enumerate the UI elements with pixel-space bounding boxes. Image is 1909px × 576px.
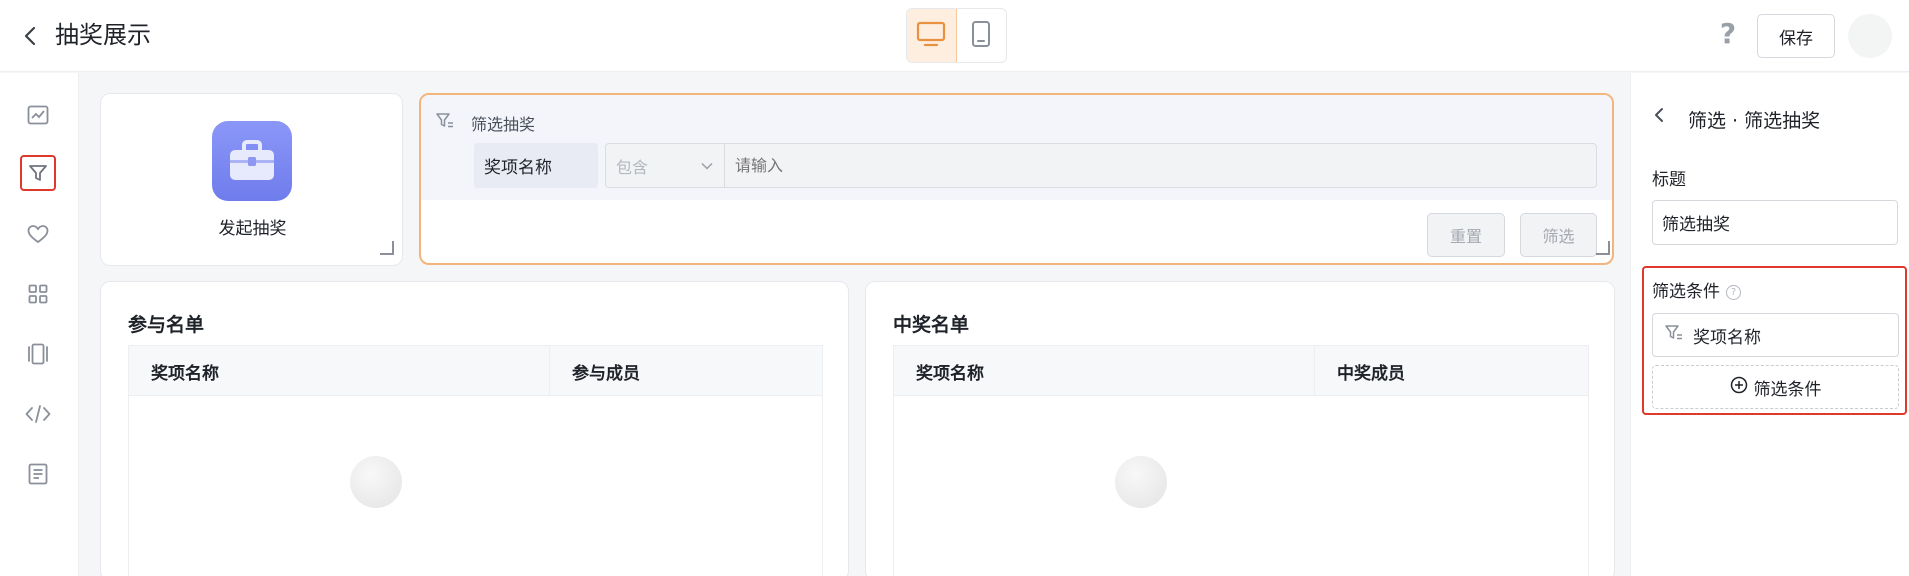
apps-grid-icon[interactable] [20,276,56,312]
winners-card: 中奖名单 奖项名称 中奖成员 [865,281,1615,576]
title-input[interactable]: 筛选抽奖 [1652,200,1898,245]
filter-block-header: 筛选抽奖 奖项名称 包含 [421,95,1612,200]
chart-icon[interactable] [20,97,56,133]
filter-block[interactable]: 筛选抽奖 奖项名称 包含 重置 筛选 [419,93,1614,265]
condition-operator-select[interactable]: 包含 [605,143,724,188]
table-header: 奖项名称 参与成员 [129,346,822,396]
reset-button[interactable]: 重置 [1427,213,1505,257]
mobile-view-button[interactable] [957,9,1007,62]
back-icon[interactable] [20,24,40,48]
help-icon[interactable]: ? [1716,17,1740,50]
filter-button[interactable]: 筛选 [1520,213,1597,257]
heart-icon[interactable] [20,216,56,252]
winners-table: 奖项名称 中奖成员 [893,345,1589,576]
device-toggle [906,8,1007,63]
filter-conditions-label: 筛选条件 [1652,282,1720,302]
filter-icon [436,112,454,130]
filter-condition-item[interactable]: 奖项名称 [1652,313,1899,357]
launch-lottery-card[interactable]: 发起抽奖 [100,93,403,266]
resize-handle[interactable] [1596,241,1610,255]
empty-state-illustration [1115,456,1167,508]
chevron-down-icon [700,158,714,177]
top-bar: 抽奖展示 ? 保存 [0,0,1909,72]
document-icon[interactable] [20,456,56,492]
table-header: 奖项名称 中奖成员 [894,346,1588,396]
participants-title: 参与名单 [128,314,205,336]
resize-handle[interactable] [380,241,394,255]
column-header: 奖项名称 [916,363,984,384]
save-button[interactable]: 保存 [1757,14,1835,58]
empty-state-illustration [350,456,402,508]
column-header: 奖项名称 [151,363,219,384]
back-icon[interactable] [1651,105,1667,125]
filter-icon [1665,324,1683,347]
desktop-view-button[interactable] [907,9,957,62]
title-field-label: 标题 [1652,170,1686,190]
avatar[interactable] [1848,14,1892,58]
column-header: 中奖成员 [1314,346,1589,396]
page-title: 抽奖展示 [55,21,151,49]
filter-conditions-label-row: 筛选条件? [1652,277,1741,302]
briefcase-icon [212,121,292,201]
filter-condition-label: 奖项名称 [1693,327,1761,348]
property-panel: 筛选 · 筛选抽奖 标题 筛选抽奖 筛选条件? 奖项名称 筛选条件 [1630,73,1909,576]
filter-icon[interactable] [20,155,56,191]
tablet-icon [971,20,991,52]
plus-circle-icon [1730,376,1748,399]
question-circle-icon[interactable]: ? [1726,284,1741,300]
filter-conditions-section: 筛选条件? 奖项名称 筛选条件 [1642,266,1907,415]
panel-title: 筛选 · 筛选抽奖 [1688,110,1821,132]
column-header: 参与成员 [549,346,823,396]
participants-table: 奖项名称 参与成员 [128,345,823,576]
add-filter-condition-label: 筛选条件 [1753,379,1822,400]
monitor-icon [916,21,946,51]
condition-field-label: 奖项名称 [474,143,598,188]
condition-operator-value: 包含 [616,157,649,177]
launch-lottery-label: 发起抽奖 [218,219,287,239]
left-toolbar [0,73,79,576]
condition-value-input[interactable] [724,143,1597,188]
winners-title: 中奖名单 [893,314,970,336]
code-icon[interactable] [20,396,56,432]
filter-block-title: 筛选抽奖 [471,115,536,134]
carousel-icon[interactable] [20,336,56,372]
participants-card: 参与名单 奖项名称 参与成员 [100,281,849,576]
add-filter-condition-button[interactable]: 筛选条件 [1652,365,1899,409]
